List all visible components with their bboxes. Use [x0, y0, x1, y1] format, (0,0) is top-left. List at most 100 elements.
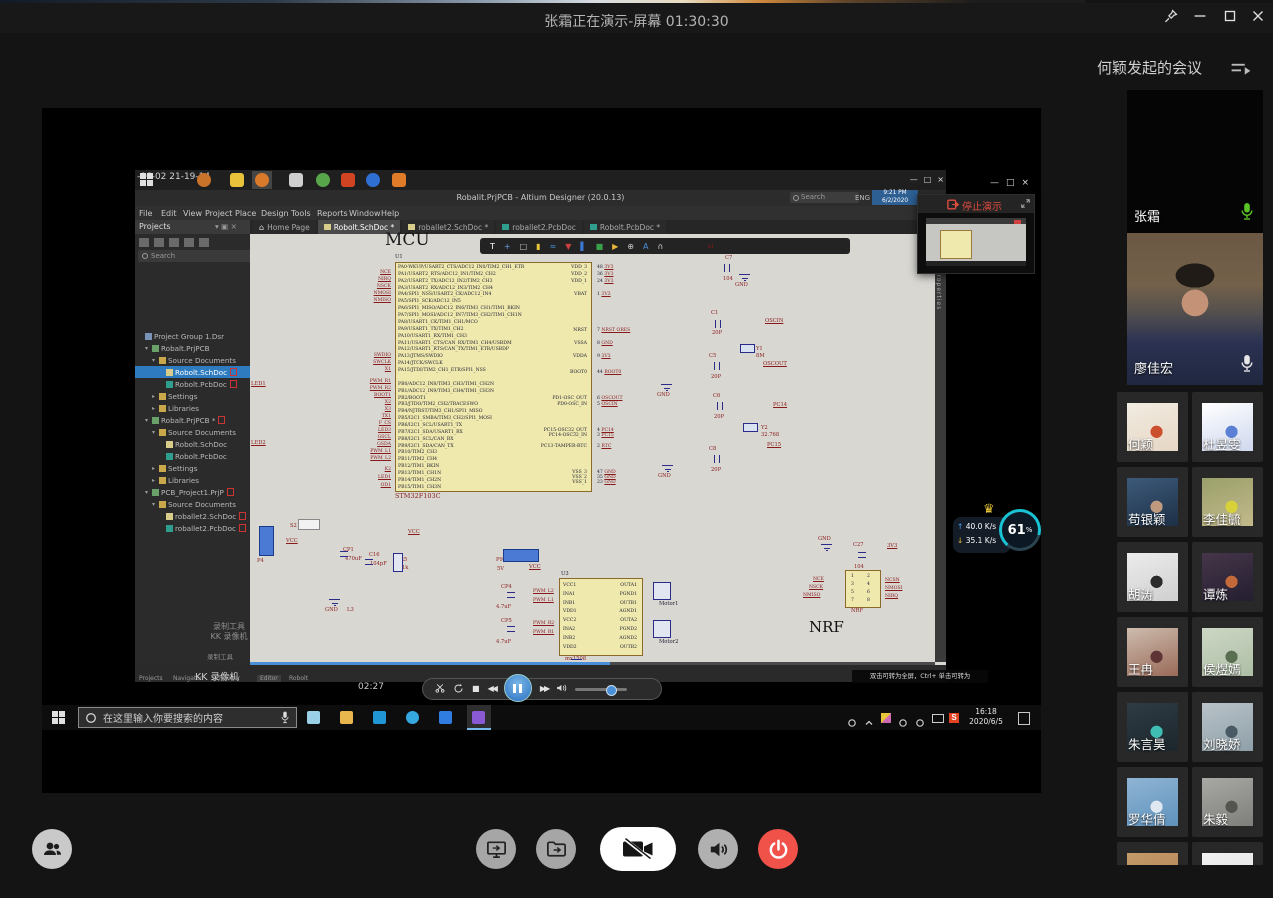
expand-icon[interactable]: [1021, 199, 1030, 208]
photos-icon[interactable]: [366, 173, 380, 187]
player-control-bar[interactable]: ■ ◀◀ ▶▶: [422, 678, 662, 700]
camera-toggle-button[interactable]: [600, 827, 676, 871]
participant-tile[interactable]: 朱言昊: [1117, 692, 1188, 762]
floating-toolbar[interactable]: T+□▮≈▼▌■▶⊕A∩: [480, 238, 850, 254]
toolbar-tool-icon[interactable]: ▶: [612, 242, 618, 251]
minimize-icon[interactable]: —: [990, 178, 999, 188]
chevron-up-icon[interactable]: [864, 713, 874, 723]
participant-tile[interactable]: [1117, 842, 1188, 865]
video-tile-camera[interactable]: 廖佳宏: [1127, 233, 1263, 385]
tree-item-libraries[interactable]: ▸Libraries: [135, 474, 267, 486]
tree-item-settings[interactable]: ▸Settings: [135, 390, 267, 402]
color-app-icon[interactable]: [881, 713, 891, 723]
toolbar-tool-icon[interactable]: ≈: [550, 242, 557, 251]
tree-item-libraries[interactable]: ▸Libraries: [135, 402, 267, 414]
fast-forward-icon[interactable]: ▶▶: [540, 685, 548, 693]
link-icon[interactable]: [915, 713, 925, 723]
menu-window[interactable]: Window: [349, 209, 381, 218]
toolbar-tool-icon[interactable]: ⊕: [627, 242, 634, 251]
tree-item-source-documents[interactable]: ▾Source Documents: [135, 498, 267, 510]
restore-icon[interactable]: □: [1006, 178, 1015, 188]
battery-icon[interactable]: [932, 714, 944, 723]
altium-icon[interactable]: [255, 173, 269, 187]
toolbar-tool-icon[interactable]: ■: [596, 242, 604, 251]
pause-button[interactable]: [504, 674, 532, 702]
tree-item-pcb_project1-prjp[interactable]: ▾PCB_Project1.PrjP: [135, 486, 260, 498]
player-volume-icon[interactable]: [556, 683, 567, 695]
powerpoint-icon[interactable]: [341, 173, 355, 187]
menu-project[interactable]: Project: [205, 209, 232, 218]
cad-doc-icon[interactable]: [289, 173, 303, 187]
tab-robolt-pcbdoc--[interactable]: Robolt.PcbDoc *: [584, 220, 666, 234]
taskbar-clock[interactable]: 16:18 2020/6/5: [962, 707, 1010, 727]
firefox-icon[interactable]: [392, 173, 406, 187]
speaker-button[interactable]: [698, 829, 738, 869]
taskbar-search-input[interactable]: 在这里输入你要搜索的内容: [78, 707, 297, 728]
edge-icon[interactable]: [373, 711, 386, 724]
status-doc[interactable]: Robolt: [289, 675, 308, 682]
participant-tile[interactable]: 谭炼: [1192, 542, 1263, 612]
repeat-icon[interactable]: [453, 683, 464, 696]
altium-search-input[interactable]: Search: [790, 192, 859, 203]
video-tile-presenter[interactable]: 张霜: [1127, 90, 1263, 233]
participant-tile[interactable]: 杜昱雯: [1192, 392, 1263, 462]
close-icon[interactable]: [1246, 4, 1270, 28]
document-tabs[interactable]: ⌂Home PageRobolt.SchDoc *roballet2.SchDo…: [253, 220, 666, 234]
participant-tile[interactable]: [1192, 842, 1263, 865]
participant-tile[interactable]: 何颖: [1117, 392, 1188, 462]
snapshot-icon[interactable]: [435, 683, 445, 695]
windows-start-icon[interactable]: [140, 173, 154, 187]
restore-icon[interactable]: □: [924, 175, 932, 184]
volume-icon[interactable]: [898, 713, 908, 723]
panel-toolbar-icon[interactable]: [154, 238, 164, 247]
app-orange-icon[interactable]: [197, 173, 211, 187]
toolbar-tool-icon[interactable]: ▮: [536, 242, 540, 251]
minimize-icon[interactable]: [1188, 4, 1212, 28]
participant-tile[interactable]: 王冉: [1117, 617, 1188, 687]
sogou-icon[interactable]: S: [949, 713, 959, 723]
rewind-icon[interactable]: ◀◀: [488, 685, 496, 693]
minimize-icon[interactable]: —: [910, 175, 918, 184]
share-screen-button[interactable]: [476, 829, 516, 869]
notification-center-icon[interactable]: [1018, 712, 1030, 725]
tree-item-robalt-prjpcb--[interactable]: ▾Robalt.PrjPCB *: [135, 414, 260, 426]
presenter-pip-window[interactable]: 停止演示: [917, 194, 1035, 274]
menu-design[interactable]: Design: [261, 209, 289, 218]
windows-taskbar[interactable]: 在这里输入你要搜索的内容 S 16:18 2020/6/5: [42, 705, 1041, 730]
tree-item-settings[interactable]: ▸Settings: [135, 462, 267, 474]
participants-button[interactable]: [32, 829, 72, 869]
end-call-button[interactable]: [758, 829, 798, 869]
task-view-icon[interactable]: [307, 711, 320, 724]
toolbar-tool-icon[interactable]: ∩: [657, 242, 663, 251]
share-file-button[interactable]: [536, 829, 576, 869]
participant-tile[interactable]: 李佳毓: [1192, 467, 1263, 537]
maximize-icon[interactable]: [1218, 4, 1242, 28]
pip-header[interactable]: 停止演示: [918, 195, 1034, 213]
toolbar-tool-icon[interactable]: A: [643, 242, 648, 251]
tree-item-source-documents[interactable]: ▾Source Documents: [135, 354, 267, 366]
start-button[interactable]: [52, 711, 65, 724]
tab-roballet2-pcbdoc[interactable]: roballet2.PcbDoc: [496, 220, 582, 234]
menu-edit[interactable]: Edit: [161, 209, 177, 218]
status-tab-projects[interactable]: Projects: [139, 675, 163, 682]
toolbar-tool-icon[interactable]: +: [504, 242, 511, 251]
menu-file[interactable]: File: [139, 209, 152, 218]
panel-toolbar-icon[interactable]: [169, 238, 179, 247]
tree-item-project-group-1-dsr[interactable]: Project Group 1.Dsr: [135, 330, 253, 342]
participant-list-toggle-icon[interactable]: [1230, 61, 1252, 80]
pin-icon[interactable]: [1158, 4, 1182, 28]
volume-slider[interactable]: [575, 688, 627, 691]
qq-browser-icon[interactable]: [406, 711, 419, 724]
properties-panel-tab[interactable]: Properties: [935, 234, 946, 662]
panel-header-icons[interactable]: ▾ ▣ ×: [215, 222, 237, 231]
participant-tile[interactable]: 胡涛: [1117, 542, 1188, 612]
menu-reports[interactable]: Reports: [317, 209, 348, 218]
menu-place[interactable]: Place: [235, 209, 256, 218]
close-icon[interactable]: ×: [937, 175, 944, 184]
panel-search-input[interactable]: Search: [138, 250, 256, 262]
user-icon[interactable]: [847, 713, 857, 723]
participant-tile[interactable]: 刘晓娇: [1192, 692, 1263, 762]
panel-toolbar-icon[interactable]: [139, 238, 149, 247]
projects-panel-header[interactable]: Projects▾ ▣ ×: [135, 220, 250, 234]
wps-icon[interactable]: [439, 711, 452, 724]
